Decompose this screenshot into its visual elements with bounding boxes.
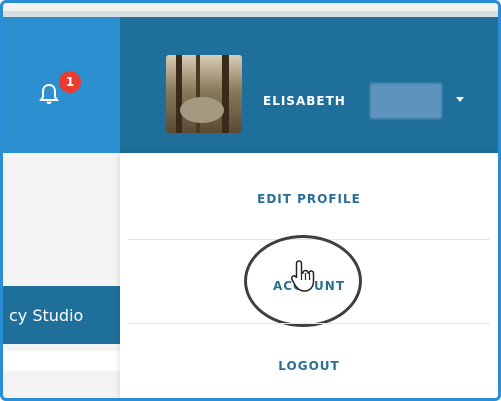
chevron-down-icon[interactable] — [456, 97, 464, 102]
redacted-surname — [370, 83, 442, 119]
user-name[interactable]: ELISABETH — [263, 94, 346, 108]
studio-label: cy Studio — [9, 306, 84, 325]
avatar[interactable] — [166, 55, 242, 133]
app-window: 1 ELISABETH cy Studio EDIT PROFILE ACCOU… — [0, 0, 501, 401]
notifications-area: 1 — [3, 17, 120, 153]
bell-icon[interactable] — [39, 83, 59, 109]
studio-nav-item[interactable]: cy Studio — [3, 286, 120, 344]
menu-divider — [128, 323, 490, 324]
menu-item-logout[interactable]: LOGOUT — [120, 359, 498, 373]
hand-cursor-icon — [290, 259, 318, 297]
menu-item-edit-profile[interactable]: EDIT PROFILE — [120, 192, 498, 206]
user-dropdown-menu: EDIT PROFILE ACCOUNT LOGOUT — [120, 153, 498, 398]
sidebar-strip — [3, 351, 120, 371]
notification-badge[interactable]: 1 — [59, 71, 81, 93]
user-header: ELISABETH — [120, 17, 498, 153]
